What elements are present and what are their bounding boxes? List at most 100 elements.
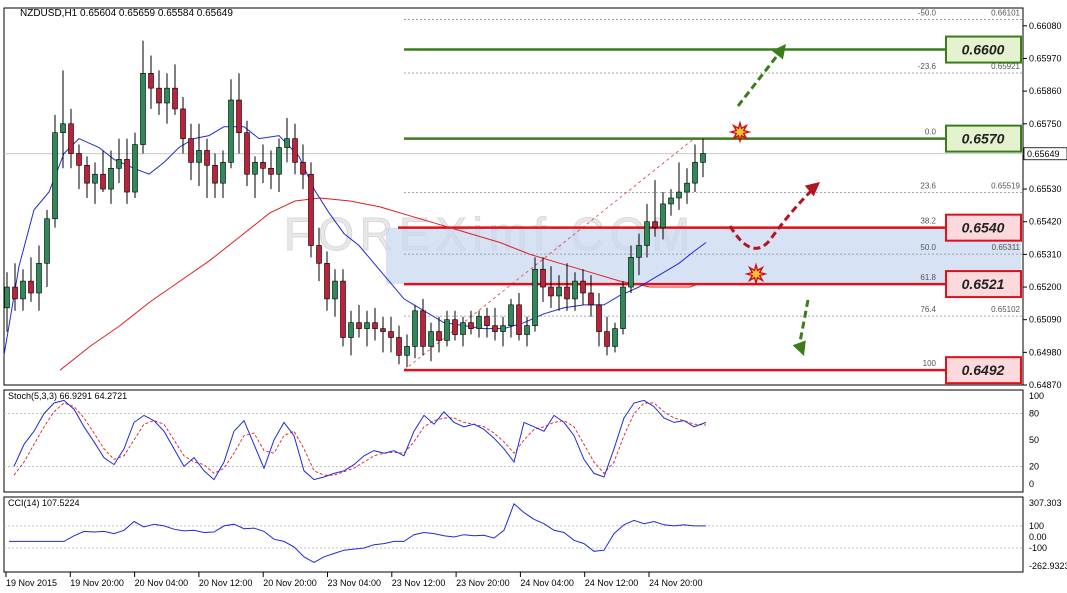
fib-price: 0.66101	[991, 9, 1020, 18]
current-price-label: 0.65649	[1027, 149, 1060, 159]
candle-body	[668, 197, 674, 205]
candle-body	[468, 322, 474, 329]
x-tick-label: 23 Nov 04:00	[328, 578, 382, 588]
candle-body	[44, 218, 50, 264]
candle-body	[612, 328, 618, 347]
fib-price: 0.65519	[991, 181, 1020, 190]
candle-body	[244, 132, 250, 175]
y-tick-label: 0.66080	[1029, 21, 1062, 31]
y-tick-label: 0.64870	[1029, 380, 1062, 390]
candle-body	[644, 221, 650, 246]
candle-body	[132, 144, 138, 193]
y-tick-label: 0.65090	[1029, 315, 1062, 325]
candle-body	[580, 280, 586, 294]
candle-body	[140, 73, 146, 145]
key-level-label: 0.6521	[962, 276, 1005, 292]
candle-body	[396, 337, 402, 356]
breakout-marker	[728, 120, 752, 144]
candle-body	[372, 322, 378, 329]
fib-price: 0.65311	[992, 243, 1021, 252]
x-tick-label: 19 Nov 2015	[6, 578, 57, 588]
candle-body	[492, 325, 498, 332]
candle-body	[404, 346, 410, 356]
candle-body	[180, 108, 186, 139]
candle-body	[572, 280, 578, 300]
candle-body	[532, 268, 538, 326]
candle-body	[636, 245, 642, 258]
y-tick-label: 0.65750	[1029, 119, 1062, 129]
candle-body	[652, 221, 658, 228]
candle-body	[308, 173, 314, 246]
candle-body	[380, 328, 386, 332]
breakout-marker	[744, 262, 768, 286]
cci-label: CCI(14) 107.5224	[8, 498, 80, 508]
candle-body	[444, 319, 450, 341]
stoch-tick-label: 20	[1029, 461, 1039, 471]
candle-body	[12, 286, 18, 300]
candle-body	[316, 245, 322, 264]
y-tick-label: 0.65200	[1029, 282, 1062, 292]
candle-body	[220, 162, 226, 184]
candle-body	[196, 150, 202, 163]
candle-body	[300, 162, 306, 175]
candle-body	[92, 173, 98, 184]
candle-body	[124, 159, 130, 193]
candle-body	[628, 257, 634, 288]
candle-body	[268, 167, 274, 175]
candle-body	[460, 322, 466, 335]
candle-body	[588, 292, 594, 306]
candle-body	[428, 331, 434, 347]
candle-body	[356, 322, 362, 329]
candle-body	[228, 99, 234, 163]
candle-body	[548, 286, 554, 297]
candle-body	[556, 286, 562, 297]
fib-price: 0.65102	[991, 305, 1020, 314]
fib-ratio: 76.4	[920, 305, 936, 314]
key-level-label: 0.6540	[962, 220, 1005, 236]
stoch-tick-label: 50	[1029, 435, 1039, 445]
forex-chart[interactable]: FOREXimf.COM 0.660800.659700.658600.6575…	[0, 0, 1067, 593]
candle-body	[700, 153, 706, 163]
candle-body	[148, 73, 154, 89]
candle-body	[364, 322, 370, 329]
candle-body	[540, 268, 546, 288]
panel-frame	[3, 389, 1024, 493]
candle-body	[252, 162, 258, 175]
candle-body	[52, 132, 58, 220]
x-tick-label: 20 Nov 20:00	[263, 578, 317, 588]
candle-body	[340, 280, 346, 338]
stoch-label: Stoch(5,3,3) 66.9291 64.2721	[8, 391, 127, 401]
candle-body	[212, 165, 218, 184]
y-tick-label: 0.64980	[1029, 347, 1062, 357]
candle-body	[564, 286, 570, 300]
candle-body	[676, 191, 682, 199]
y-tick-label: 0.65970	[1029, 53, 1062, 63]
candle-body	[476, 316, 482, 329]
fib-ratio: -23.6	[918, 62, 937, 71]
y-tick-label: 0.65530	[1029, 184, 1062, 194]
candle-body	[172, 87, 178, 110]
stoch-tick-label: 0	[1029, 479, 1034, 489]
candle-body	[500, 325, 506, 332]
candle-body	[236, 99, 242, 133]
fib-ratio: 0.0	[925, 128, 937, 137]
candle-body	[332, 280, 338, 300]
candle-body	[596, 304, 602, 332]
fib-ratio: 50.0	[920, 243, 936, 252]
x-tick-label: 23 Nov 20:00	[456, 578, 510, 588]
candle-body	[516, 304, 522, 335]
candle-body	[260, 162, 266, 169]
candle-body	[412, 310, 418, 347]
candle-body	[484, 316, 490, 326]
candle-body	[284, 138, 290, 148]
candle-body	[76, 153, 82, 166]
candle-body	[276, 147, 282, 175]
candle-body	[684, 182, 690, 193]
fib-ratio: 23.6	[920, 181, 936, 190]
candle-body	[452, 319, 458, 335]
key-level-label: 0.6570	[962, 131, 1005, 147]
stoch-tick-label: 80	[1029, 409, 1039, 419]
cci-tick-label: 100	[1029, 521, 1044, 531]
candle-body	[204, 150, 210, 166]
candle-body	[100, 173, 106, 190]
